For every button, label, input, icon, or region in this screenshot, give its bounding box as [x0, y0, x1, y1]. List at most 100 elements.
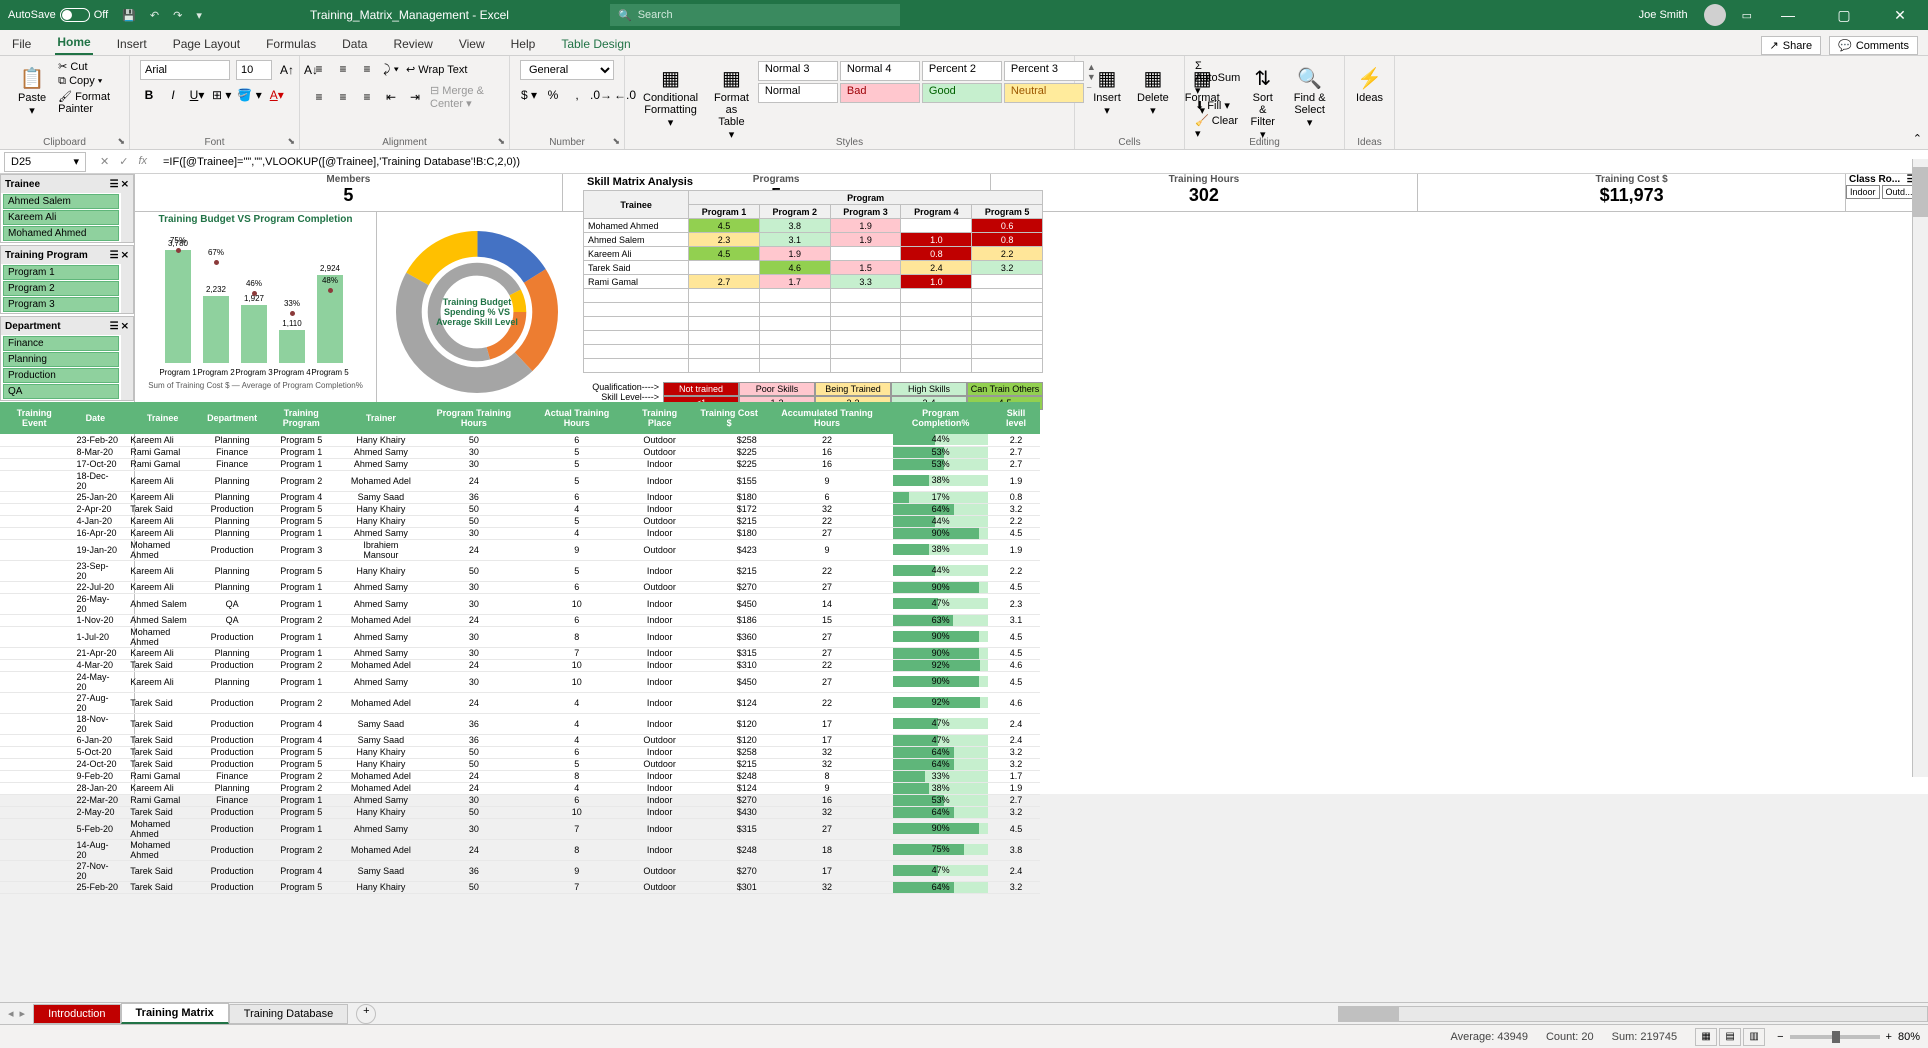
qat-customize-icon[interactable]: ▾ [196, 9, 202, 22]
currency-icon[interactable]: $ ▾ [520, 86, 538, 104]
clear-filter-icon[interactable]: ⨯ [121, 250, 129, 261]
merge-center-button[interactable]: ⊟ Merge & Center ▾ [430, 84, 499, 110]
style-percent3[interactable]: Percent 3 [1004, 61, 1084, 81]
minimize-button[interactable]: — [1768, 7, 1808, 23]
tab-help[interactable]: Help [509, 33, 538, 55]
ideas-button[interactable]: ⚡Ideas [1355, 60, 1384, 108]
table-row[interactable]: 21-Apr-20Kareem AliPlanningProgram 1Ahme… [0, 647, 1040, 659]
decrease-indent-icon[interactable]: ⇤ [382, 88, 400, 106]
table-row[interactable]: 19-Jan-20Mohamed AhmedProductionProgram … [0, 539, 1040, 560]
multiselect-icon[interactable]: ☰ [110, 179, 119, 190]
normal-view-icon[interactable]: ▦ [1695, 1028, 1717, 1046]
underline-button[interactable]: U ▾ [188, 86, 206, 104]
save-icon[interactable]: 💾 [122, 9, 136, 22]
comma-icon[interactable]: , [568, 86, 586, 104]
maximize-button[interactable]: ▢ [1824, 7, 1864, 24]
slicer-item[interactable]: QA [3, 384, 119, 399]
increase-font-icon[interactable]: A↑ [278, 61, 296, 79]
align-right-icon[interactable]: ≡ [358, 88, 376, 106]
training-data-table[interactable]: Training EventDateTraineeDepartmentTrain… [0, 402, 1040, 894]
font-color-button[interactable]: A ▾ [268, 86, 286, 104]
collapse-ribbon-icon[interactable]: ⌃ [1913, 132, 1922, 145]
table-row[interactable]: 4-Jan-20Kareem AliPlanningProgram 5Hany … [0, 515, 1040, 527]
multiselect-icon[interactable]: ☰ [110, 250, 119, 261]
slicer-item[interactable]: Kareem Ali [3, 210, 119, 225]
table-row[interactable]: 22-Jul-20Kareem AliPlanningProgram 1Ahme… [0, 581, 1040, 593]
skill-matrix-table[interactable]: TraineeProgramProgram 1Program 2Program … [583, 190, 1043, 373]
percent-icon[interactable]: % [544, 86, 562, 104]
table-row[interactable]: 23-Feb-20Kareem AliPlanningProgram 5Hany… [0, 434, 1040, 446]
sheet-tab-training-database[interactable]: Training Database [229, 1004, 348, 1024]
undo-icon[interactable]: ↶ [150, 9, 159, 22]
font-name-input[interactable] [140, 60, 230, 80]
donut-chart[interactable]: Training Budget Spending % VS Average Sk… [377, 212, 577, 412]
share-button[interactable]: ↗ Share [1761, 36, 1822, 55]
table-row[interactable]: 5-Oct-20Tarek SaidProductionProgram 5Han… [0, 746, 1040, 758]
table-row[interactable]: 25-Jan-20Kareem AliPlanningProgram 4Samy… [0, 491, 1040, 503]
sheet-nav-first-icon[interactable]: ◂ [8, 1007, 14, 1020]
table-row[interactable]: 26-May-20Ahmed SalemQAProgram 1Ahmed Sam… [0, 593, 1040, 614]
enter-formula-icon[interactable]: ✓ [119, 155, 128, 168]
table-row[interactable]: 28-Jan-20Kareem AliPlanningProgram 2Moha… [0, 782, 1040, 794]
align-top-icon[interactable]: ≡ [310, 60, 328, 78]
find-select-button[interactable]: 🔍Find & Select ▾ [1285, 60, 1334, 145]
comments-button[interactable]: 💬 Comments [1829, 36, 1918, 55]
table-row[interactable]: 24-May-20Kareem AliPlanningProgram 1Ahme… [0, 671, 1040, 692]
clipboard-launcher-icon[interactable]: ⬊ [117, 136, 125, 147]
slicer-item[interactable]: Program 1 [3, 265, 119, 280]
fx-icon[interactable]: fx [138, 155, 147, 168]
zoom-slider[interactable] [1790, 1035, 1880, 1039]
style-bad[interactable]: Bad [840, 83, 920, 103]
sheet-tab-introduction[interactable]: Introduction [33, 1004, 120, 1024]
fill-button[interactable]: ⬇ Fill ▾ [1195, 99, 1240, 112]
zoom-level[interactable]: 80% [1898, 1031, 1920, 1043]
slicer-item[interactable]: Program 2 [3, 281, 119, 296]
orientation-icon[interactable]: ⤸ ▾ [382, 60, 400, 78]
tab-view[interactable]: View [457, 33, 487, 55]
slicer-item[interactable]: Production [3, 368, 119, 383]
style-percent2[interactable]: Percent 2 [922, 61, 1002, 81]
tab-insert[interactable]: Insert [115, 33, 149, 55]
format-painter-button[interactable]: 🖌 Format Painter [58, 90, 119, 115]
table-row[interactable]: 23-Sep-20Kareem AliPlanningProgram 5Hany… [0, 560, 1040, 581]
align-center-icon[interactable]: ≡ [334, 88, 352, 106]
search-box[interactable]: 🔍 Search [610, 4, 900, 26]
sheet-tab-training-matrix[interactable]: Training Matrix [121, 1003, 229, 1024]
style-good[interactable]: Good [922, 83, 1002, 103]
ribbon-display-icon[interactable]: ▭ [1742, 9, 1752, 22]
clear-filter-icon[interactable]: ⨯ [121, 321, 129, 332]
table-row[interactable]: 27-Nov-20Tarek SaidProductionProgram 4Sa… [0, 860, 1040, 881]
slicer-scrollbar[interactable] [121, 193, 133, 242]
clear-filter-icon[interactable]: ⨯ [121, 179, 129, 190]
close-button[interactable]: ✕ [1880, 7, 1920, 24]
vertical-scrollbar[interactable] [1912, 159, 1928, 777]
slicer-item[interactable]: Mohamed Ahmed [3, 226, 119, 241]
table-row[interactable]: 1-Nov-20Ahmed SalemQAProgram 2Mohamed Ad… [0, 614, 1040, 626]
slicer-scrollbar[interactable] [121, 264, 133, 313]
add-sheet-button[interactable]: + [356, 1004, 376, 1024]
paste-button[interactable]: 📋Paste ▾ [10, 60, 54, 121]
increase-indent-icon[interactable]: ⇥ [406, 88, 424, 106]
delete-cells-button[interactable]: ▦Delete ▾ [1129, 60, 1177, 121]
font-size-input[interactable] [236, 60, 272, 80]
copy-button[interactable]: ⧉ Copy ▾ [58, 75, 119, 88]
budget-completion-chart[interactable]: Training Budget VS Program Completion Pr… [135, 212, 377, 412]
cancel-formula-icon[interactable]: ✕ [100, 155, 109, 168]
autosum-button[interactable]: Σ AutoSum ▾ [1195, 60, 1240, 97]
style-neutral[interactable]: Neutral [1004, 83, 1084, 103]
page-layout-view-icon[interactable]: ▤ [1719, 1028, 1741, 1046]
border-button[interactable]: ⊞ ▾ [212, 86, 231, 104]
redo-icon[interactable]: ↷ [173, 9, 182, 22]
sort-filter-button[interactable]: ⇅Sort & Filter ▾ [1240, 60, 1285, 145]
style-normal3[interactable]: Normal 3 [758, 61, 838, 81]
name-box[interactable]: D25▾ [4, 152, 86, 172]
indoor-button[interactable]: Indoor [1846, 185, 1880, 199]
user-name[interactable]: Joe Smith [1639, 9, 1688, 21]
align-middle-icon[interactable]: ≡ [334, 60, 352, 78]
slicer-item[interactable]: Ahmed Salem [3, 194, 119, 209]
page-break-view-icon[interactable]: ▥ [1743, 1028, 1765, 1046]
zoom-out-icon[interactable]: − [1777, 1031, 1783, 1043]
tab-file[interactable]: File [10, 33, 33, 55]
slicer-item[interactable]: Planning [3, 352, 119, 367]
avatar[interactable] [1704, 4, 1726, 26]
